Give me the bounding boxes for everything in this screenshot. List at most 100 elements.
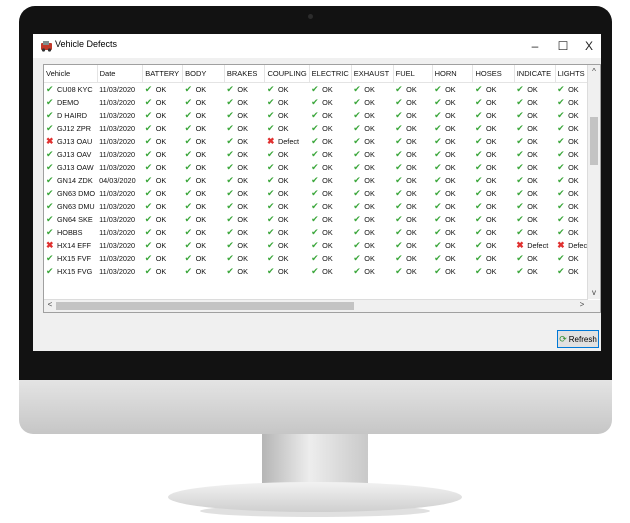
- column-header-fuel[interactable]: FUEL: [393, 65, 433, 83]
- check-status: OK: [485, 124, 497, 133]
- table-row[interactable]: ✔ GN14 ZDK 04/03/2020 ✔ OK ✔ OK ✔ OK ✔ OK ✔ OK ✔ OK ✔ OK…: [44, 174, 600, 187]
- column-header-electric[interactable]: ELECTRIC: [309, 65, 352, 83]
- green-checkmark-icon: ✔: [144, 149, 153, 159]
- vehicle-cell: ✔ D HAIRD: [44, 109, 97, 122]
- check-cell: ✔ OK: [432, 187, 473, 200]
- table-row[interactable]: ✔ DEMO 11/03/2020 ✔ OK ✔ OK ✔ OK ✔ OK ✔ OK ✔ OK ✔ OK ✔ OK ✔…: [44, 96, 600, 109]
- check-status: OK: [406, 189, 417, 198]
- column-header-body[interactable]: BODY: [182, 65, 225, 83]
- table-row[interactable]: ✖ GJ13 OAU 11/03/2020 ✔ OK ✔ OK ✔ OK ✖ Defect ✔ OK ✔ O…: [44, 135, 600, 148]
- date-cell: 11/03/2020: [99, 150, 136, 159]
- check-cell: ✔ OK: [432, 109, 473, 122]
- check-cell: ✔ OK: [514, 96, 555, 109]
- green-checkmark-icon: ✔: [353, 136, 361, 146]
- green-checkmark-icon: ✔: [516, 201, 524, 211]
- close-button[interactable]: X: [577, 37, 601, 55]
- green-checkmark-icon: ✔: [557, 149, 565, 159]
- green-checkmark-icon: ✔: [395, 123, 403, 133]
- column-header-hoses[interactable]: HOSES: [472, 65, 515, 83]
- check-status: OK: [322, 228, 333, 237]
- vertical-scroll-thumb[interactable]: [590, 117, 598, 165]
- date-cell: 11/03/2020: [99, 85, 136, 94]
- table-row[interactable]: ✔ HX15 FVG 11/03/2020 ✔ OK ✔ OK ✔ OK ✔ OK ✔ OK ✔ OK ✔ OK…: [44, 265, 600, 278]
- scroll-right-icon[interactable]: >: [576, 300, 588, 309]
- check-status: OK: [445, 189, 456, 198]
- green-checkmark-icon: ✔: [516, 266, 524, 276]
- check-status: OK: [364, 202, 375, 211]
- check-status: OK: [485, 85, 497, 94]
- green-checkmark-icon: ✔: [557, 162, 565, 172]
- column-header-coupling[interactable]: COUPLING: [264, 65, 310, 83]
- check-cell: ✔ OK: [393, 148, 432, 161]
- check-status: OK: [364, 267, 375, 276]
- column-header-battery[interactable]: BATTERY: [142, 65, 184, 83]
- check-status: OK: [364, 176, 375, 185]
- table-row[interactable]: ✔ GN63 DMO 11/03/2020 ✔ OK ✔ OK ✔ OK ✔ OK ✔ OK ✔ OK ✔ OK…: [44, 187, 600, 200]
- date-cell: 11/03/2020: [99, 267, 136, 276]
- vehicle-registration: D HAIRD: [57, 111, 87, 120]
- green-checkmark-icon: ✔: [434, 110, 442, 120]
- check-status: OK: [237, 124, 248, 133]
- column-header-vehicle[interactable]: Vehicle: [44, 65, 98, 83]
- scroll-left-icon[interactable]: <: [44, 300, 56, 309]
- column-header-indicate[interactable]: INDICATE: [514, 65, 556, 83]
- check-status: OK: [364, 111, 375, 120]
- green-checkmark-icon: ✔: [46, 175, 54, 185]
- green-checkmark-icon: ✔: [184, 266, 193, 276]
- check-cell: ✔ OK: [183, 252, 225, 265]
- green-checkmark-icon: ✔: [184, 240, 193, 250]
- refresh-button[interactable]: ⟳ Refresh: [557, 330, 599, 348]
- check-cell: ✔ OK: [309, 187, 351, 200]
- check-cell: ✔ OK: [351, 187, 393, 200]
- date-cell: 11/03/2020: [99, 241, 136, 250]
- green-checkmark-icon: ✔: [311, 162, 319, 172]
- column-header-horn[interactable]: HORN: [432, 65, 474, 83]
- horizontal-scrollbar[interactable]: < >: [44, 299, 588, 312]
- maximize-button[interactable]: ☐: [551, 37, 575, 55]
- green-checkmark-icon: ✔: [395, 253, 403, 263]
- red-cross-icon: ✖: [516, 240, 524, 250]
- column-header-exhaust[interactable]: EXHAUST: [351, 65, 394, 83]
- green-checkmark-icon: ✔: [557, 188, 565, 198]
- table-row[interactable]: ✔ GN64 SKE 11/03/2020 ✔ OK ✔ OK ✔ OK ✔ OK ✔ OK ✔ OK ✔ OK…: [44, 213, 600, 226]
- table-row[interactable]: ✔ GN63 DMU 11/03/2020 ✔ OK ✔ OK ✔ OK ✔ OK ✔ OK ✔ OK ✔ OK…: [44, 200, 600, 213]
- green-checkmark-icon: ✔: [226, 188, 234, 198]
- column-header-brakes[interactable]: BRAKES: [224, 65, 266, 83]
- table-row[interactable]: ✖ HX14 EFF 11/03/2020 ✔ OK ✔ OK ✔ OK ✔ OK ✔ OK ✔ OK ✔ OK…: [44, 239, 600, 252]
- check-status: OK: [527, 124, 538, 133]
- check-status: OK: [195, 98, 207, 107]
- table-row[interactable]: ✔ HX15 FVF 11/03/2020 ✔ OK ✔ OK ✔ OK ✔ OK ✔ OK ✔ OK ✔ OK…: [44, 252, 600, 265]
- green-checkmark-icon: ✔: [516, 110, 524, 120]
- date-cell: 11/03/2020: [99, 124, 136, 133]
- table-row[interactable]: ✔ HOBBS 11/03/2020 ✔ OK ✔ OK ✔ OK ✔ OK ✔ OK ✔ OK ✔ OK ✔ OK…: [44, 226, 600, 239]
- defects-grid[interactable]: Vehicle Date BATTERY BODY BRAKES COUPLING ELEC…: [43, 64, 601, 313]
- column-header-date[interactable]: Date: [97, 65, 144, 83]
- check-cell: ✔ OK: [265, 239, 309, 252]
- check-cell: ✔ OK: [473, 239, 514, 252]
- vertical-scrollbar[interactable]: ^ v: [587, 65, 600, 299]
- table-row[interactable]: ✔ GJ13 OAV 11/03/2020 ✔ OK ✔ OK ✔ OK ✔ OK ✔ OK ✔ OK ✔ OK…: [44, 148, 600, 161]
- green-checkmark-icon: ✔: [516, 136, 524, 146]
- scroll-up-icon[interactable]: ^: [588, 67, 600, 76]
- green-checkmark-icon: ✔: [353, 227, 361, 237]
- check-status: OK: [406, 111, 417, 120]
- table-row[interactable]: ✔ D HAIRD 11/03/2020 ✔ OK ✔ OK ✔ OK ✔ OK ✔ OK ✔ OK ✔ OK ✔…: [44, 109, 600, 122]
- table-row[interactable]: ✔ GJ12 ZPR 11/03/2020 ✔ OK ✔ OK ✔ OK ✔ OK ✔ OK ✔ OK ✔ OK…: [44, 122, 600, 135]
- check-status: OK: [155, 202, 167, 211]
- check-status: OK: [406, 176, 417, 185]
- green-checkmark-icon: ✔: [516, 253, 524, 263]
- table-row[interactable]: ✔ GJ13 OAW 11/03/2020 ✔ OK ✔ OK ✔ OK ✔ OK ✔ OK ✔ OK ✔ OK…: [44, 161, 600, 174]
- check-cell: ✔ OK: [351, 148, 393, 161]
- table-row[interactable]: ✔ CU08 KYC 11/03/2020 ✔ OK ✔ OK ✔ OK ✔ OK ✔ OK ✔ OK ✔ OK…: [44, 83, 600, 97]
- green-checkmark-icon: ✔: [353, 175, 361, 185]
- check-status: OK: [527, 202, 538, 211]
- check-status: OK: [445, 228, 456, 237]
- check-status: OK: [277, 176, 289, 185]
- horizontal-scroll-thumb[interactable]: [56, 302, 354, 310]
- check-status: OK: [237, 215, 248, 224]
- green-checkmark-icon: ✔: [144, 162, 153, 172]
- scroll-down-icon[interactable]: v: [588, 288, 600, 297]
- minimize-button[interactable]: –: [523, 37, 547, 55]
- check-cell: ✔ OK: [351, 226, 393, 239]
- vehicle-registration: GN63 DMU: [57, 202, 95, 211]
